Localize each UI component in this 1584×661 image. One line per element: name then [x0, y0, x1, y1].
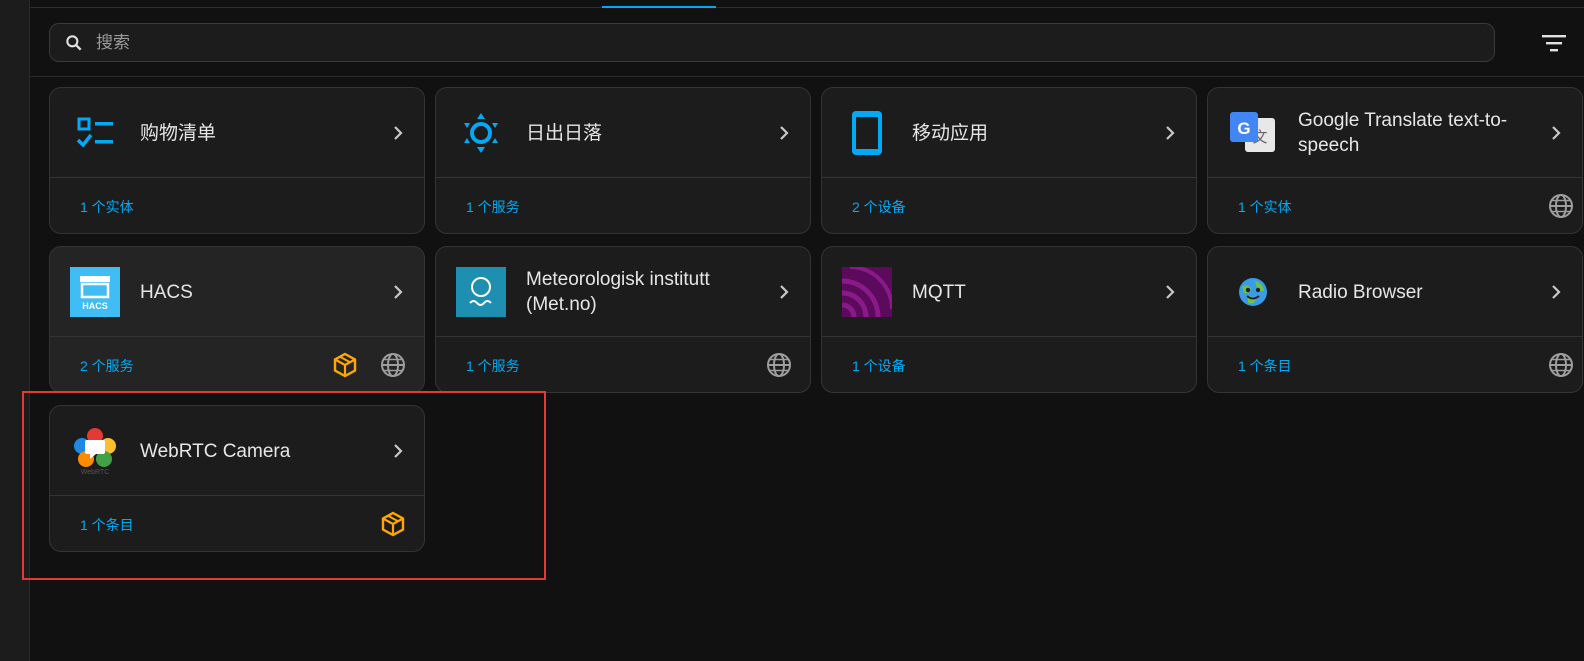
card-title: Radio Browser — [1298, 281, 1423, 303]
cloud-globe-icon — [380, 352, 406, 378]
card-title: Meteorologisk institutt (Met.no) — [526, 269, 710, 315]
chevron-right-icon — [774, 282, 794, 302]
sun-icon — [456, 108, 506, 158]
card-count-link[interactable]: 1 个设备 — [852, 356, 906, 376]
card-footer: 1 个条目 — [1208, 338, 1582, 392]
chevron-right-icon — [388, 282, 408, 302]
card-header[interactable]: Meteorologisk institutt (Met.no) — [436, 247, 810, 337]
card-count-link[interactable]: 2 个服务 — [80, 356, 134, 376]
shopping-list-icon — [70, 108, 120, 158]
custom-integration-icon — [332, 352, 358, 378]
integration-card-sun: 日出日落 1 个服务 — [435, 87, 811, 234]
active-tab-indicator — [602, 6, 716, 8]
filter-button[interactable] — [1540, 31, 1568, 55]
card-title: 移动应用 — [912, 122, 989, 144]
card-header[interactable]: 购物清单 — [50, 88, 424, 178]
card-header[interactable]: 移动应用 — [822, 88, 1196, 178]
chevron-right-icon — [388, 441, 408, 461]
card-header[interactable]: HACS HACS — [50, 247, 424, 337]
card-count-link[interactable]: 1 个条目 — [1238, 356, 1292, 376]
card-count-link[interactable]: 2 个设备 — [852, 197, 906, 217]
cloud-globe-icon — [766, 352, 792, 378]
integration-card-met-no: Meteorologisk institutt (Met.no) 1 个服务 — [435, 246, 811, 393]
card-header[interactable]: MQTT — [822, 247, 1196, 337]
integration-card-radio-browser: Radio Browser 1 个条目 — [1207, 246, 1583, 393]
card-footer: 1 个实体 — [50, 179, 424, 233]
search-icon — [64, 33, 84, 53]
search-input[interactable] — [96, 32, 1494, 53]
card-footer: 1 个服务 — [436, 338, 810, 392]
radio-browser-logo — [1228, 267, 1278, 317]
card-count-link[interactable]: 1 个服务 — [466, 356, 520, 376]
card-footer: 1 个服务 — [436, 179, 810, 233]
card-title: WebRTC Camera — [140, 440, 291, 462]
card-header[interactable]: Radio Browser — [1208, 247, 1582, 337]
top-tab-bar — [30, 0, 1584, 8]
cloud-globe-icon — [1548, 193, 1574, 219]
chevron-right-icon — [388, 123, 408, 143]
mobile-app-icon — [842, 108, 892, 158]
integration-card-shopping-list: 购物清单 1 个实体 — [49, 87, 425, 234]
card-title: 购物清单 — [140, 122, 217, 144]
chevron-right-icon — [1160, 123, 1180, 143]
card-header[interactable]: 文 G Google Translate text-to-speech — [1208, 88, 1582, 178]
integration-card-webrtc-camera: WebRTC WebRTC Camera 1 个条目 — [49, 405, 425, 552]
card-header[interactable]: 日出日落 — [436, 88, 810, 178]
card-footer: 1 个设备 — [822, 338, 1196, 392]
search-box[interactable] — [49, 23, 1495, 62]
chevron-right-icon — [1546, 282, 1566, 302]
card-title: 日出日落 — [526, 122, 603, 144]
svg-text:G: G — [1237, 119, 1250, 138]
google-translate-logo: 文 G — [1228, 108, 1278, 158]
card-count-link[interactable]: 1 个条目 — [80, 515, 134, 535]
hacs-logo: HACS — [70, 267, 120, 317]
chevron-right-icon — [1160, 282, 1180, 302]
cloud-globe-icon — [1548, 352, 1574, 378]
card-footer: 1 个条目 — [50, 497, 424, 551]
integration-card-mqtt: MQTT 1 个设备 — [821, 246, 1197, 393]
card-title: HACS — [140, 281, 193, 303]
search-toolbar — [30, 9, 1584, 77]
card-footer: 2 个服务 — [50, 338, 424, 392]
met-no-logo — [456, 267, 506, 317]
hacs-logo-text: HACS — [82, 301, 108, 311]
integration-card-google-translate: 文 G Google Translate text-to-speech 1 个实… — [1207, 87, 1583, 234]
chevron-right-icon — [1546, 123, 1566, 143]
card-count-link[interactable]: 1 个实体 — [80, 197, 134, 217]
card-header[interactable]: WebRTC WebRTC Camera — [50, 406, 424, 496]
mqtt-logo — [842, 267, 892, 317]
integration-card-mobile-app: 移动应用 2 个设备 — [821, 87, 1197, 234]
card-footer: 1 个实体 — [1208, 179, 1582, 233]
card-count-link[interactable]: 1 个服务 — [466, 197, 520, 217]
chevron-right-icon — [774, 123, 794, 143]
card-title: Google Translate text-to-speech — [1298, 110, 1508, 156]
webrtc-logo: WebRTC — [70, 426, 120, 476]
integration-card-hacs: HACS HACS 2 个服务 — [49, 246, 425, 393]
card-footer: 2 个设备 — [822, 179, 1196, 233]
card-title: MQTT — [912, 281, 966, 303]
card-count-link[interactable]: 1 个实体 — [1238, 197, 1292, 217]
custom-integration-icon — [380, 511, 406, 537]
left-sidebar-rail — [0, 0, 30, 661]
webrtc-logo-text: WebRTC — [81, 469, 110, 476]
filter-icon — [1542, 35, 1566, 52]
